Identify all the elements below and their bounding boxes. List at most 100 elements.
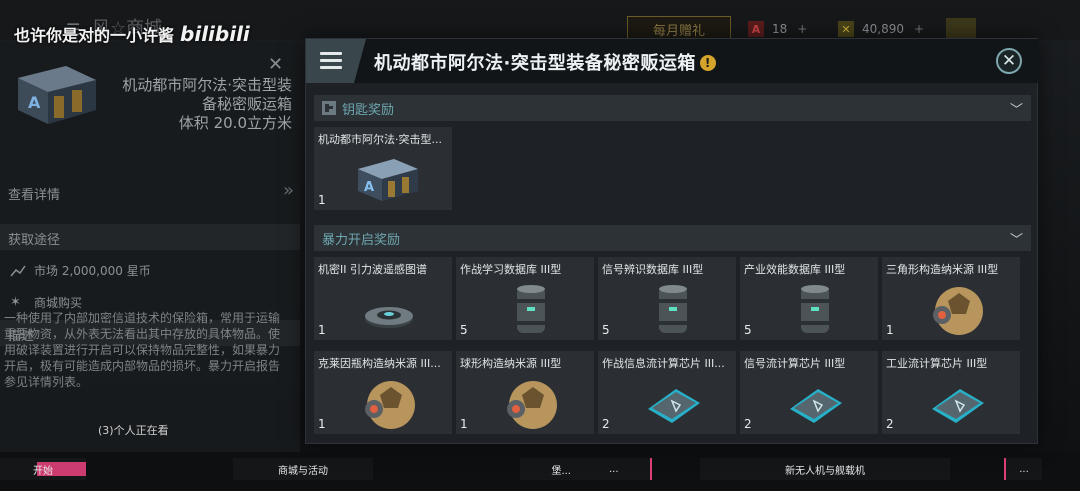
sphere-icon <box>354 375 424 431</box>
market-icon <box>10 265 26 277</box>
canister-icon <box>496 281 566 337</box>
acquire-shop[interactable]: ✶ 商城购买 <box>10 294 82 311</box>
chip-icon <box>638 375 708 431</box>
warning-icon[interactable]: ! <box>699 55 716 71</box>
tab-drones[interactable]: 新无人机与舰载机 <box>700 458 950 480</box>
tab-fortress-label: 堡... <box>551 465 571 477</box>
modal-title: 机动都市阿尔法·突击型装备秘密贩运箱! <box>374 49 716 75</box>
modal-title-text: 机动都市阿尔法·突击型装备秘密贩运箱 <box>374 53 696 74</box>
double-chevron-right-icon: » <box>282 180 294 201</box>
reward-count: 5 <box>460 323 468 337</box>
reward-name: 机动都市阿尔法·突击型... <box>318 133 442 146</box>
modal-header: 机动都市阿尔法·突击型装备秘密贩运箱! ✕ <box>306 39 1039 83</box>
volume-label: 体积 <box>178 114 209 132</box>
tab-more[interactable]: ... <box>1004 458 1042 480</box>
reward-count: 1 <box>318 193 326 207</box>
item-volume: 体积 20.0立方米 <box>110 112 292 133</box>
view-details-label: 查看详情 <box>8 188 61 203</box>
acquire-shop-label: 商城购买 <box>34 296 83 310</box>
reward-name: 三角形构造纳米源 III型 <box>886 263 999 276</box>
reward-name: 作战学习数据库 III型 <box>460 263 562 276</box>
item-info-panel: ✕ A 机动都市阿尔法·突击型装备秘密贩运箱 体积 20.0立方米 查看详情 »… <box>0 42 300 452</box>
viewer-count: (3)个人正在看 <box>98 424 169 437</box>
red-a-icon: A <box>748 21 764 37</box>
chevron-down-icon: ﹀ <box>1009 233 1023 248</box>
force-reward-card[interactable]: 信号流计算芯片 III型 2 <box>740 351 878 434</box>
acquire-market[interactable]: 市场 2,000,000 星币 <box>10 262 151 279</box>
disc-icon <box>354 281 424 337</box>
yellow-x-icon: ✕ <box>838 21 854 37</box>
canister-icon <box>780 281 850 337</box>
reward-count: 5 <box>602 323 610 337</box>
force-reward-card[interactable]: 克莱因瓶构造纳米源 III... 1 <box>314 351 452 434</box>
start-tab-label: 开始 <box>33 465 53 477</box>
add-currency-red-button[interactable]: + <box>797 22 807 36</box>
currency-yellow: ✕ 40,890 + <box>838 18 924 40</box>
reward-count: 2 <box>886 417 894 431</box>
reward-name: 工业流计算芯片 III型 <box>886 357 988 370</box>
reward-count: 1 <box>460 417 468 431</box>
svg-text:A: A <box>364 180 374 195</box>
reward-name: 产业效能数据库 III型 <box>744 263 846 276</box>
key-reward-card[interactable]: 机动都市阿尔法·突击型... A 1 <box>314 127 452 210</box>
bottom-bar: 开始 商城与活动 堡...... 新无人机与舰载机 ... <box>0 452 1080 491</box>
reward-count: 2 <box>602 417 610 431</box>
view-details-row[interactable]: 查看详情 » <box>0 178 300 208</box>
force-reward-card[interactable]: 产业效能数据库 III型 5 <box>740 257 878 340</box>
force-rewards-label: 暴力开启奖励 <box>322 232 401 248</box>
acquire-heading: 获取途径 <box>0 224 300 250</box>
force-reward-card[interactable]: 作战信息流计算芯片 III... 2 <box>598 351 736 434</box>
canister-icon <box>638 281 708 337</box>
force-reward-card[interactable]: 球形构造纳米源 III型 1 <box>456 351 594 434</box>
tab-fortress-more: ... <box>609 463 619 475</box>
currency-yellow-value: 40,890 <box>862 22 904 36</box>
item-description: 一种使用了内部加密信道技术的保险箱，常用于运输重要物资，从外表无法看出其中存放的… <box>4 311 281 389</box>
reward-modal: 机动都市阿尔法·突击型装备秘密贩运箱! ✕ 钥匙奖励 ﹀ 机动都市阿尔法·突击型… <box>305 38 1039 444</box>
shop-icon: ✶ <box>10 294 21 310</box>
reward-name: 信号辨识数据库 III型 <box>602 263 704 276</box>
crate-icon: A <box>354 151 424 207</box>
acquire-market-label: 市场 2,000,000 星币 <box>34 264 151 278</box>
watermark: 也许你是对的一小许酱 bilibili <box>14 22 250 46</box>
reward-name: 作战信息流计算芯片 III... <box>602 357 725 370</box>
item-name: 机动都市阿尔法·突击型装备秘密贩运箱 <box>122 76 292 113</box>
sphere-icon <box>922 281 992 337</box>
volume-value: 20.0立方米 <box>213 114 292 132</box>
force-reward-card[interactable]: 作战学习数据库 III型 5 <box>456 257 594 340</box>
chip-icon <box>780 375 850 431</box>
chevron-down-icon: ﹀ <box>1009 103 1023 118</box>
reward-name: 克莱因瓶构造纳米源 III... <box>318 357 441 370</box>
force-reward-card[interactable]: 三角形构造纳米源 III型 1 <box>882 257 1020 340</box>
svg-text:A: A <box>28 93 41 112</box>
currency-red: A 18 + <box>748 18 807 40</box>
force-reward-card[interactable]: 工业流计算芯片 III型 2 <box>882 351 1020 434</box>
crate-icon: A <box>10 56 102 132</box>
key-icon <box>322 101 336 115</box>
bilibili-logo: bilibili <box>180 22 250 46</box>
reward-count: 1 <box>318 323 326 337</box>
force-reward-card[interactable]: 信号辨识数据库 III型 5 <box>598 257 736 340</box>
close-button[interactable]: ✕ <box>996 48 1022 74</box>
force-reward-card[interactable]: 机密II 引力波遥感图谱 1 <box>314 257 452 340</box>
sphere-icon <box>496 375 566 431</box>
start-tab[interactable]: 开始 <box>0 458 86 480</box>
reward-count: 1 <box>318 417 326 431</box>
extra-resource-icon[interactable] <box>946 18 976 40</box>
tab-fortress[interactable]: 堡...... <box>520 458 652 480</box>
reward-count: 1 <box>886 323 894 337</box>
chip-icon <box>922 375 992 431</box>
reward-name: 球形构造纳米源 III型 <box>460 357 562 370</box>
close-icon[interactable]: ✕ <box>268 54 283 75</box>
add-currency-yellow-button[interactable]: + <box>914 22 924 36</box>
key-rewards-header[interactable]: 钥匙奖励 ﹀ <box>314 95 1031 121</box>
watermark-text: 也许你是对的一小许酱 <box>14 26 175 45</box>
reward-count: 5 <box>744 323 752 337</box>
currency-red-value: 18 <box>772 22 788 36</box>
key-rewards-label: 钥匙奖励 <box>342 102 395 118</box>
reward-name: 机密II 引力波遥感图谱 <box>318 263 427 276</box>
reward-name: 信号流计算芯片 III型 <box>744 357 846 370</box>
reward-count: 2 <box>744 417 752 431</box>
force-rewards-header[interactable]: 暴力开启奖励 ﹀ <box>314 225 1031 251</box>
list-menu-icon[interactable] <box>320 52 342 70</box>
tab-shop-events[interactable]: 商城与活动 <box>233 458 373 480</box>
